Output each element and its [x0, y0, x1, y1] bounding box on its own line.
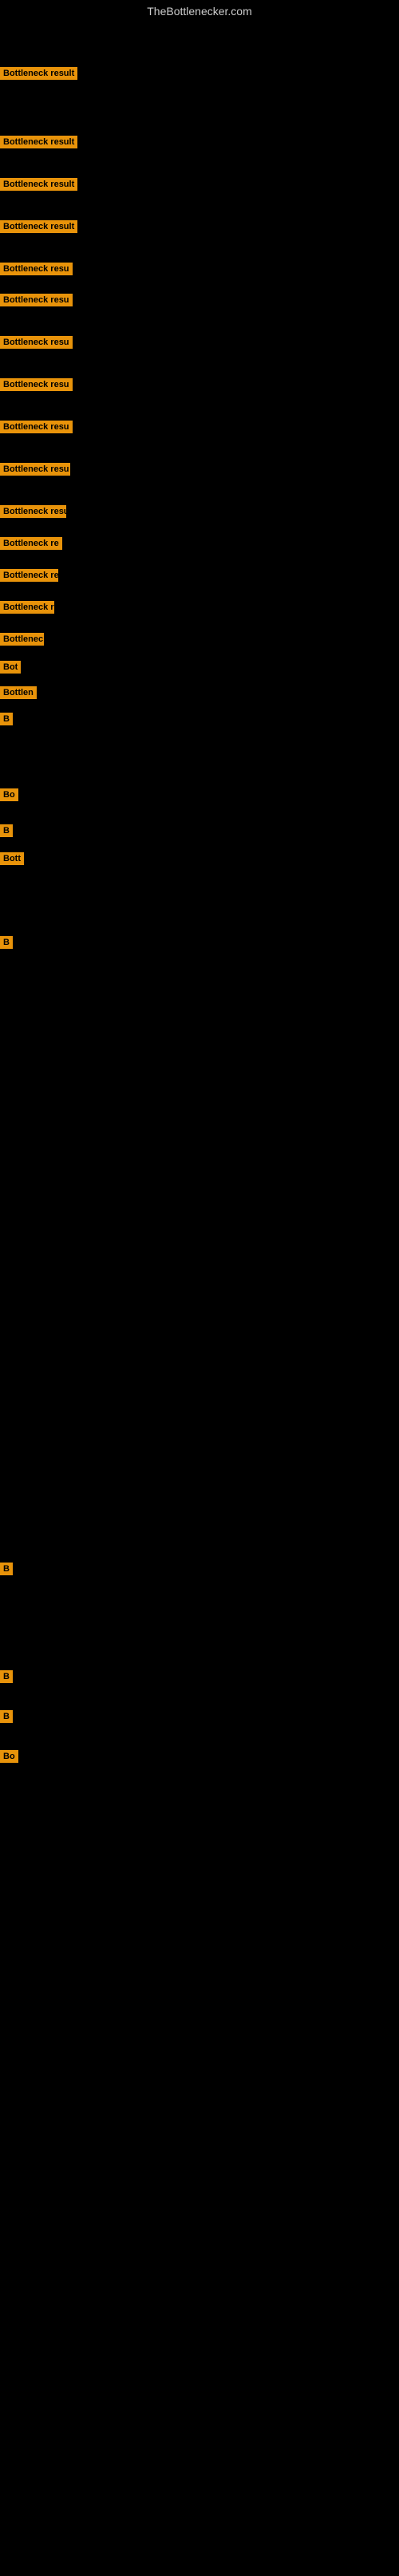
- list-item: Bottleneck re: [0, 601, 399, 614]
- list-item: B: [0, 1710, 399, 1723]
- list-item: Bottleneck resu: [0, 263, 399, 275]
- bottleneck-badge: B: [0, 1670, 13, 1683]
- list-item: Bo: [0, 1750, 399, 1763]
- list-item: Bottleneck resu: [0, 294, 399, 306]
- bottleneck-badge: Bottleneck resu: [0, 263, 73, 275]
- bottleneck-badge: Bottleneck re: [0, 569, 58, 582]
- bottleneck-badge: Bottleneck result: [0, 136, 77, 148]
- list-item: Bottleneck re: [0, 537, 399, 550]
- list-item: Bottleneck resu: [0, 505, 399, 518]
- bottleneck-badge: Bottleneck re: [0, 601, 54, 614]
- list-item: Bottleneck re: [0, 569, 399, 582]
- bottleneck-badge: Bottleneck resu: [0, 336, 73, 349]
- bottleneck-badge: Bott: [0, 852, 24, 865]
- bottleneck-badge: Bottlenec: [0, 633, 44, 646]
- bottleneck-badge: B: [0, 713, 13, 725]
- bottleneck-badge: Bottleneck resu: [0, 463, 70, 476]
- list-item: Bottlenec: [0, 633, 399, 646]
- list-item: Bottleneck resu: [0, 336, 399, 349]
- bottleneck-badge: Bo: [0, 788, 18, 801]
- list-item: B: [0, 713, 399, 725]
- bottleneck-badge: B: [0, 936, 13, 949]
- list-item: B: [0, 936, 399, 949]
- bottleneck-badge: Bottleneck resu: [0, 421, 73, 433]
- bottleneck-badge: Bottleneck resu: [0, 378, 73, 391]
- site-title: TheBottlenecker.com: [0, 0, 399, 22]
- list-item: B: [0, 1670, 399, 1683]
- list-item: Bottleneck resu: [0, 421, 399, 433]
- list-item: Bott: [0, 852, 399, 865]
- bottleneck-badge: Bottleneck result: [0, 67, 77, 80]
- list-item: B: [0, 824, 399, 837]
- bottleneck-badge: B: [0, 824, 13, 837]
- list-item: Bottleneck result: [0, 220, 399, 233]
- list-item: Bottleneck result: [0, 136, 399, 148]
- list-item: Bottlen: [0, 686, 399, 699]
- bottleneck-badge: Bottleneck resu: [0, 505, 66, 518]
- list-item: Bottleneck resu: [0, 378, 399, 391]
- bottleneck-badge: Bottleneck resu: [0, 294, 73, 306]
- bottleneck-badge: B: [0, 1710, 13, 1723]
- bottleneck-badge: Bottleneck result: [0, 178, 77, 191]
- list-item: B: [0, 1563, 399, 1575]
- list-item: Bottleneck resu: [0, 463, 399, 476]
- bottleneck-badge: B: [0, 1563, 13, 1575]
- list-item: Bottleneck result: [0, 178, 399, 191]
- list-item: Bo: [0, 788, 399, 801]
- bottleneck-badge: Bottlen: [0, 686, 37, 699]
- bottleneck-badge: Bottleneck result: [0, 220, 77, 233]
- bottleneck-badge: Bot: [0, 661, 21, 674]
- list-item: Bottleneck result: [0, 67, 399, 80]
- bottleneck-badge: Bottleneck re: [0, 537, 62, 550]
- list-item: Bot: [0, 661, 399, 674]
- bottleneck-badge: Bo: [0, 1750, 18, 1763]
